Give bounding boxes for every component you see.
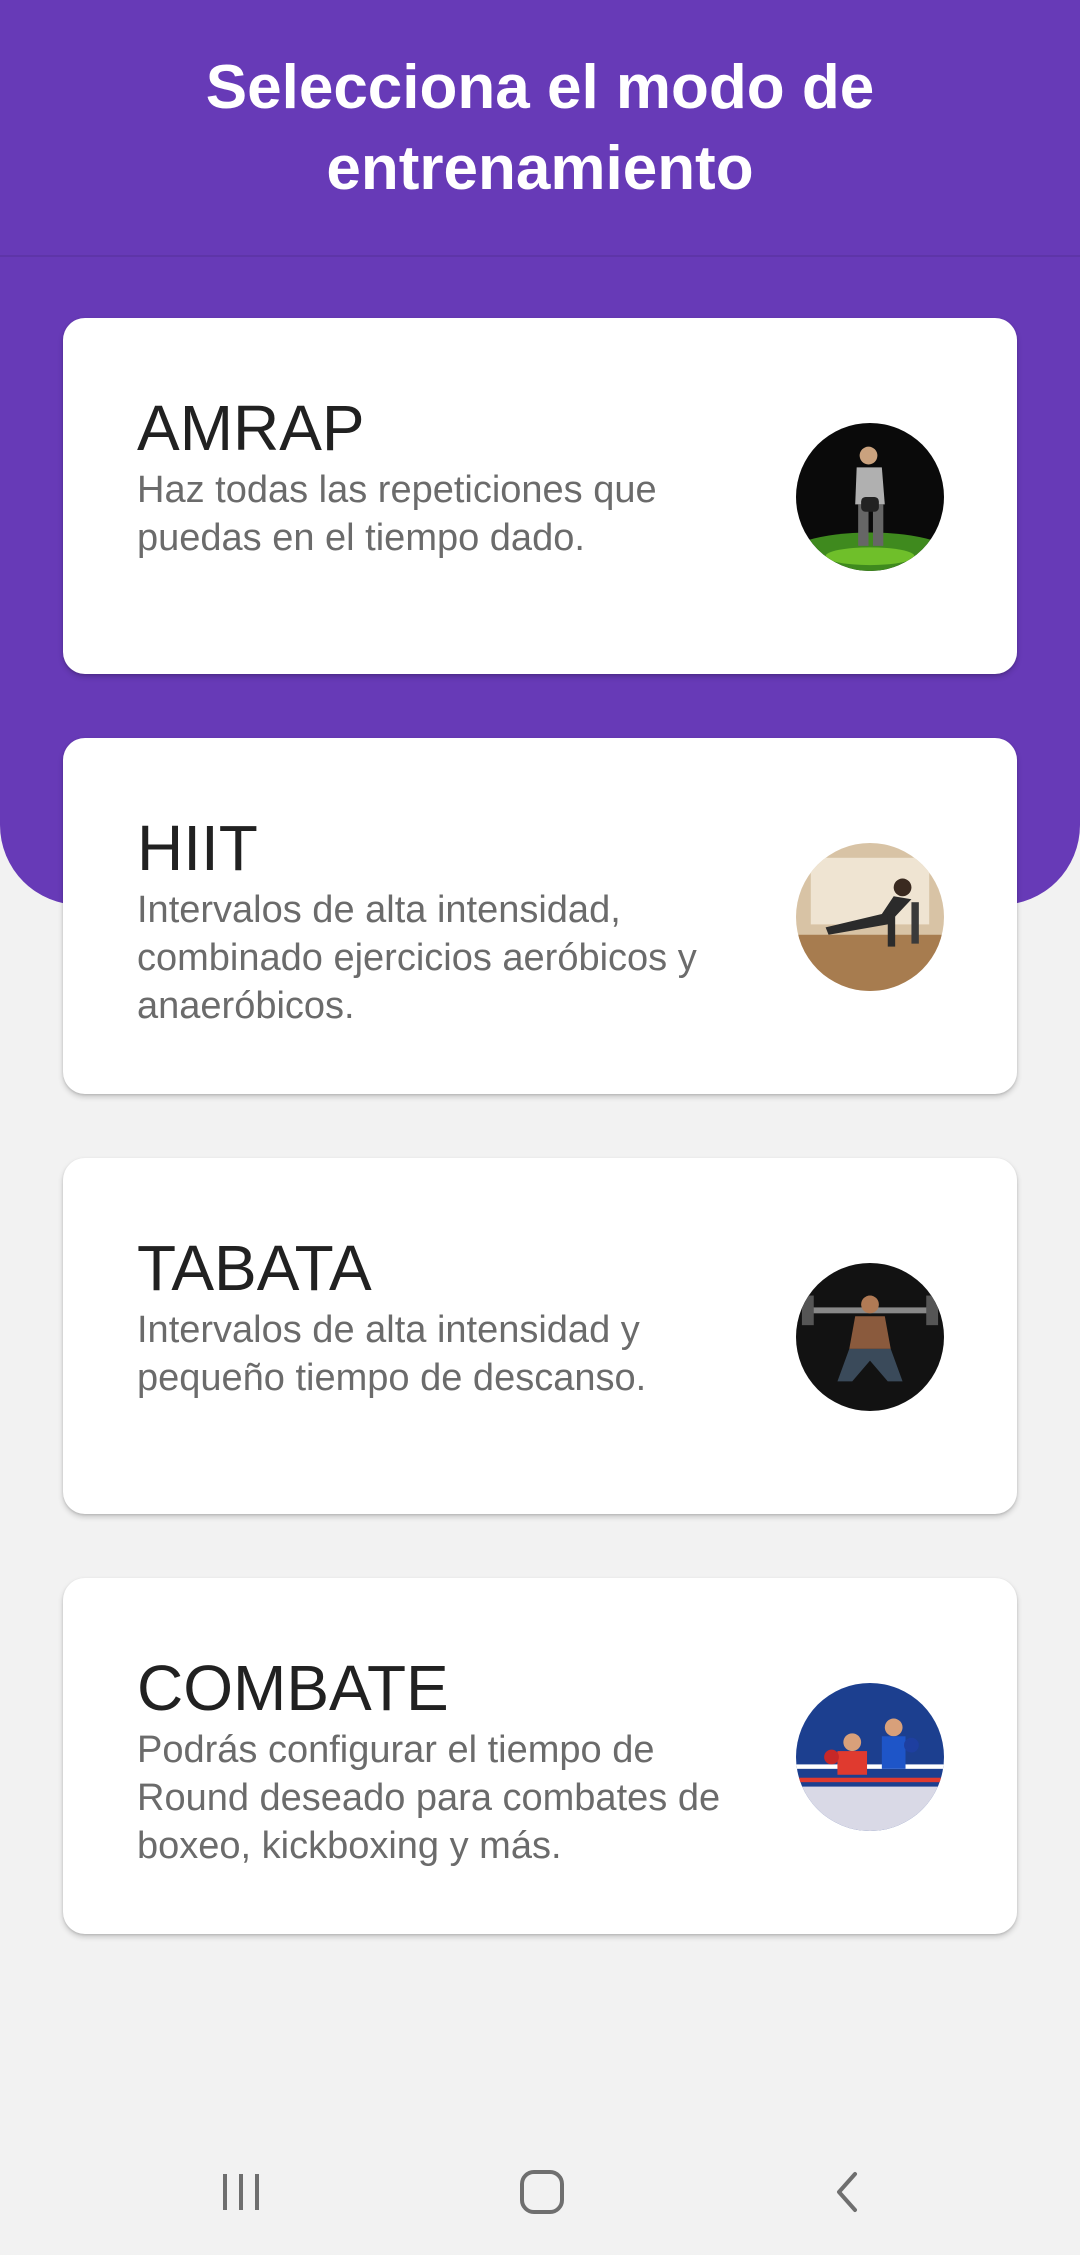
mode-card-combate[interactable]: COMBATE Podrás configurar el tiempo de R… [63, 1578, 1017, 1934]
mode-card-text: COMBATE Podrás configurar el tiempo de R… [137, 1650, 737, 1870]
mode-title: HIIT [137, 812, 258, 884]
mode-card-amrap[interactable]: AMRAP Haz todas las repeticiones que pue… [63, 318, 1017, 674]
page-title: Selecciona el modo de entrenamiento [205, 52, 875, 203]
recents-button[interactable] [186, 2156, 296, 2228]
mode-description: Podrás configurar el tiempo de Round des… [137, 1729, 721, 1867]
home-icon [520, 2170, 564, 2214]
mode-image-combate [796, 1683, 944, 1831]
back-icon [837, 2172, 857, 2212]
mode-description: Intervalos de alta intensidad, combinado… [137, 889, 697, 1027]
recents-icon [223, 2174, 259, 2210]
mode-title: TABATA [137, 1232, 372, 1304]
mode-card-tabata[interactable]: TABATA Intervalos de alta intensidad y p… [63, 1158, 1017, 1514]
mode-card-hiit[interactable]: HIIT Intervalos de alta intensidad, comb… [63, 738, 1017, 1094]
mode-card-text: TABATA Intervalos de alta intensidad y p… [137, 1230, 737, 1402]
mode-image-amrap [796, 423, 944, 571]
app-bar: Selecciona el modo de entrenamiento [0, 0, 1080, 257]
home-button[interactable] [487, 2156, 597, 2228]
system-navigation-bar [0, 2128, 1080, 2255]
mode-card-text: HIIT Intervalos de alta intensidad, comb… [137, 810, 737, 1030]
mode-description: Haz todas las repeticiones que puedas en… [137, 469, 657, 559]
mode-title: AMRAP [137, 392, 365, 464]
mode-description: Intervalos de alta intensidad y pequeño … [137, 1309, 647, 1399]
mode-image-tabata [796, 1263, 944, 1411]
mode-image-hiit [796, 843, 944, 991]
back-button[interactable] [791, 2156, 901, 2228]
mode-card-text: AMRAP Haz todas las repeticiones que pue… [137, 390, 737, 562]
mode-title: COMBATE [137, 1652, 449, 1724]
